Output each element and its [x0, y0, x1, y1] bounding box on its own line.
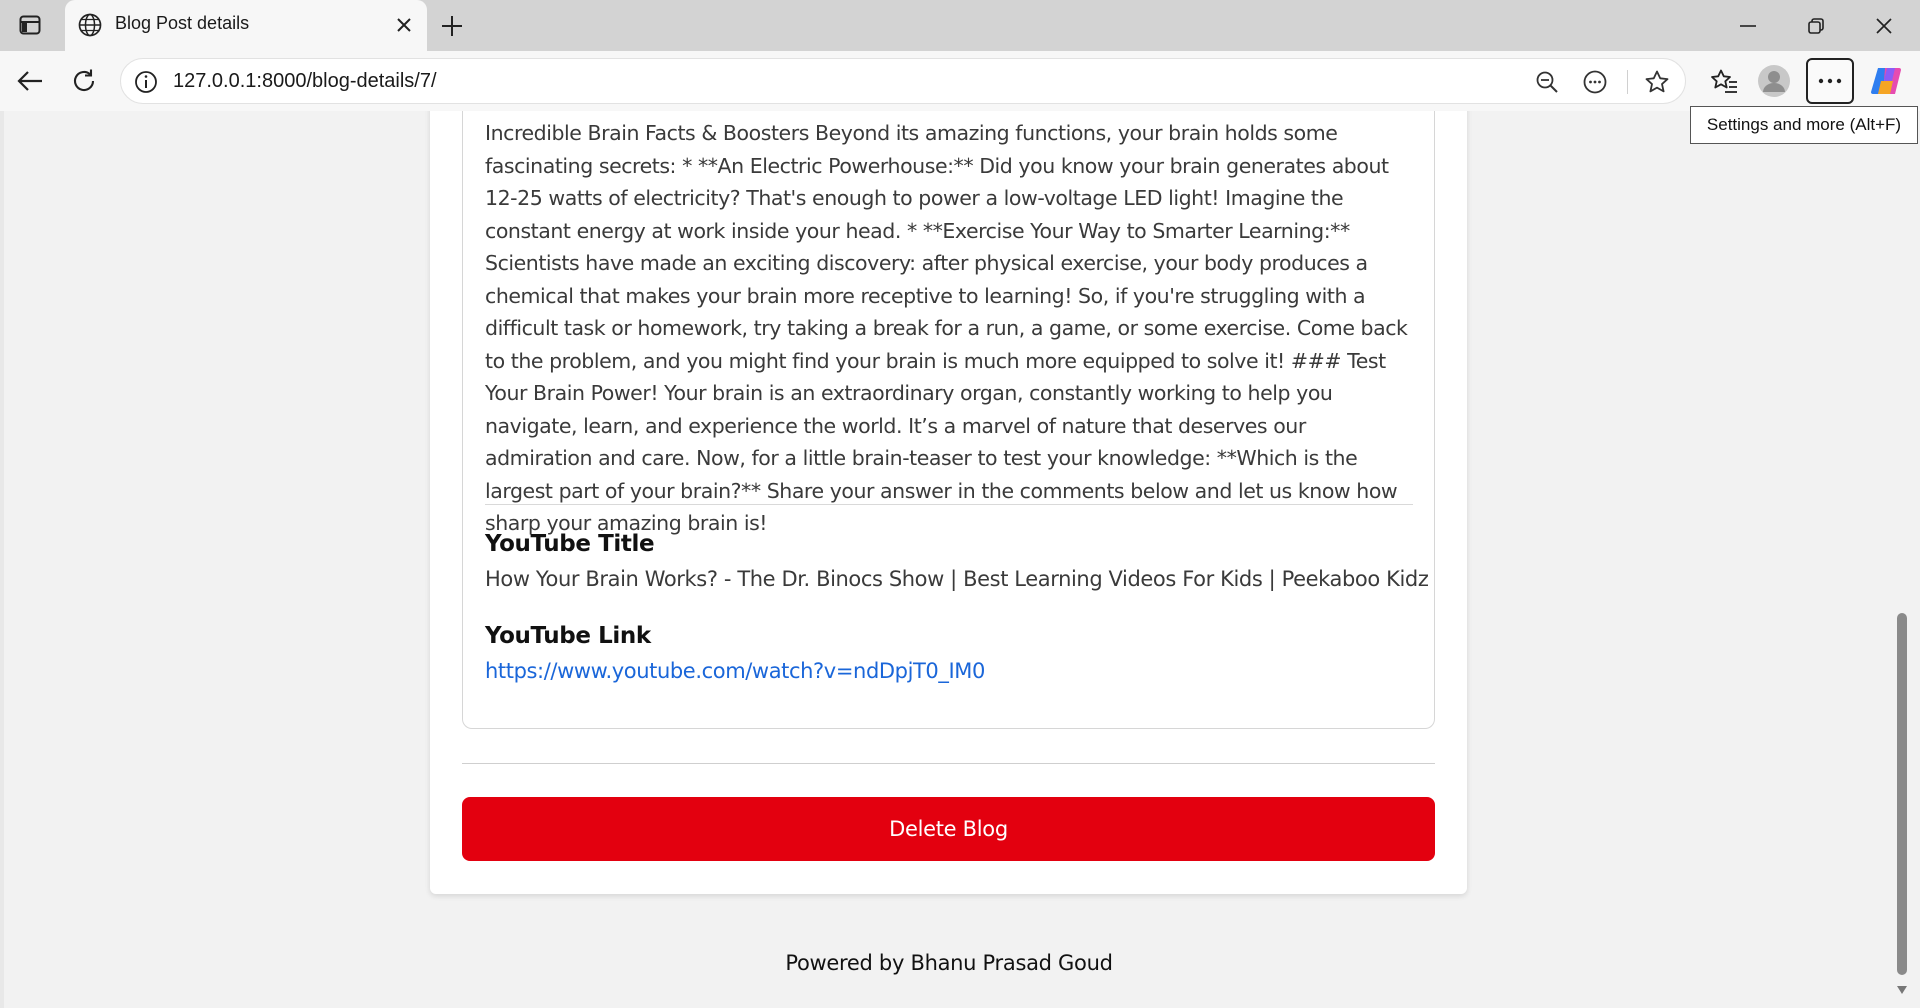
- refresh-icon: [74, 69, 95, 92]
- settings-tooltip: Settings and more (Alt+F): [1690, 106, 1918, 144]
- youtube-link-heading: YouTube Link: [485, 623, 651, 649]
- refresh-button[interactable]: [66, 63, 102, 99]
- info-icon[interactable]: [133, 69, 159, 95]
- url-text[interactable]: 127.0.0.1:8000/blog-details/7/: [173, 70, 437, 93]
- settings-and-more-button[interactable]: [1806, 58, 1854, 104]
- copilot-button[interactable]: [1868, 63, 1904, 99]
- youtube-title-heading: YouTube Title: [485, 531, 655, 557]
- profile-icon: [1758, 65, 1790, 97]
- favorites-icon: [1711, 69, 1737, 93]
- back-button[interactable]: [12, 63, 48, 99]
- tab-panel-icon: [19, 15, 41, 35]
- reader-button[interactable]: [1579, 66, 1611, 98]
- scroll-thumb[interactable]: [1897, 613, 1907, 975]
- chevron-down-icon: [1897, 986, 1907, 994]
- scroll-down-button[interactable]: [1895, 983, 1909, 997]
- blog-content-text: Incredible Brain Facts & Boosters Beyond…: [485, 121, 1408, 535]
- minimize-icon: [1740, 25, 1756, 27]
- close-tab-button[interactable]: [391, 12, 417, 38]
- tab-actions-button[interactable]: [14, 11, 46, 39]
- restore-icon: [1808, 18, 1824, 34]
- footer-text: Powered by Bhanu Prasad Goud: [785, 951, 1113, 975]
- new-tab-button[interactable]: [436, 10, 468, 42]
- tab-title: Blog Post details: [115, 13, 250, 33]
- omnibox-separator: [1627, 70, 1628, 94]
- vertical-scrollbar[interactable]: [1892, 111, 1912, 1008]
- profile-button[interactable]: [1756, 63, 1792, 99]
- reader-icon: [1583, 70, 1607, 94]
- zoom-out-icon: [1536, 71, 1558, 93]
- favorite-button[interactable]: [1641, 66, 1673, 98]
- copilot-icon: [1871, 68, 1901, 94]
- youtube-title-value: How Your Brain Works? - The Dr. Binocs S…: [485, 567, 1429, 591]
- close-window-button[interactable]: [1856, 6, 1912, 46]
- active-tab[interactable]: Blog Post details: [65, 0, 427, 51]
- youtube-link[interactable]: https://www.youtube.com/watch?v=ndDpjT0_…: [485, 659, 985, 683]
- content-divider: [485, 504, 1413, 505]
- star-icon: [1645, 70, 1669, 93]
- favorites-button[interactable]: [1706, 63, 1742, 99]
- close-window-icon: [1876, 18, 1892, 34]
- delete-blog-button[interactable]: Delete Blog: [462, 797, 1435, 861]
- blog-detail-card: Incredible Brain Facts & Boosters Beyond…: [430, 111, 1467, 894]
- browser-toolbar: 127.0.0.1:8000/blog-details/7/: [0, 51, 1920, 111]
- minimize-button[interactable]: [1720, 6, 1776, 46]
- zoom-button[interactable]: [1531, 66, 1563, 98]
- address-bar[interactable]: 127.0.0.1:8000/blog-details/7/: [120, 58, 1686, 104]
- tab-strip: Blog Post details: [0, 0, 1920, 51]
- more-icon: [1818, 78, 1842, 84]
- close-icon: [397, 18, 411, 32]
- back-icon: [17, 71, 42, 91]
- viewport-edge: [0, 111, 4, 1008]
- page-viewport: Incredible Brain Facts & Boosters Beyond…: [0, 111, 1920, 1008]
- actions-divider: [462, 763, 1435, 764]
- blog-content-panel: Incredible Brain Facts & Boosters Beyond…: [462, 111, 1435, 729]
- restore-button[interactable]: [1788, 6, 1844, 46]
- plus-icon: [442, 16, 462, 36]
- globe-icon: [78, 13, 102, 37]
